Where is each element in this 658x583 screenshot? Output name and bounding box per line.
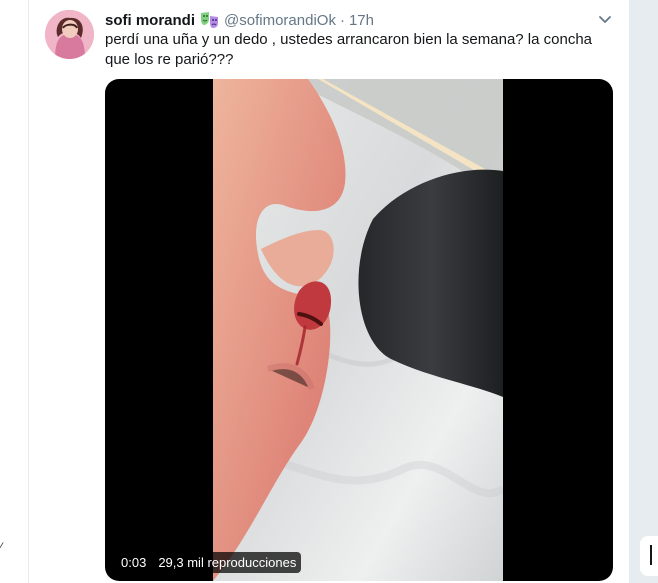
tweet-card[interactable]: sofi morandi @sofimorandiOk · 17h perdí … <box>28 0 630 583</box>
right-panel <box>629 0 658 583</box>
video-player[interactable]: 0:03 29,3 mil reproducciones <box>105 79 613 581</box>
left-edge-mark: ⁄ <box>0 540 3 554</box>
video-thumbnail[interactable] <box>213 79 503 581</box>
right-card[interactable] <box>640 536 658 576</box>
avatar[interactable] <box>45 10 94 59</box>
left-gutter <box>0 0 28 583</box>
author-handle[interactable]: @sofimorandiOk <box>224 12 336 29</box>
view-count: 29,3 mil reproducciones <box>158 555 297 570</box>
metadata-separator: · <box>339 11 345 29</box>
video-elapsed: 0:03 <box>121 555 147 570</box>
tweet-timestamp[interactable]: 17h <box>349 12 374 29</box>
right-card-mark <box>650 545 652 565</box>
theater-masks-icon <box>200 11 220 29</box>
tweet-header: sofi morandi @sofimorandiOk · 17h <box>105 10 613 30</box>
chevron-down-icon[interactable] <box>597 11 613 27</box>
author-name[interactable]: sofi morandi <box>105 12 195 29</box>
tweet-text: perdí una uña y un dedo , ustedes arranc… <box>105 31 593 68</box>
video-overlay: 0:03 29,3 mil reproducciones <box>116 552 302 573</box>
